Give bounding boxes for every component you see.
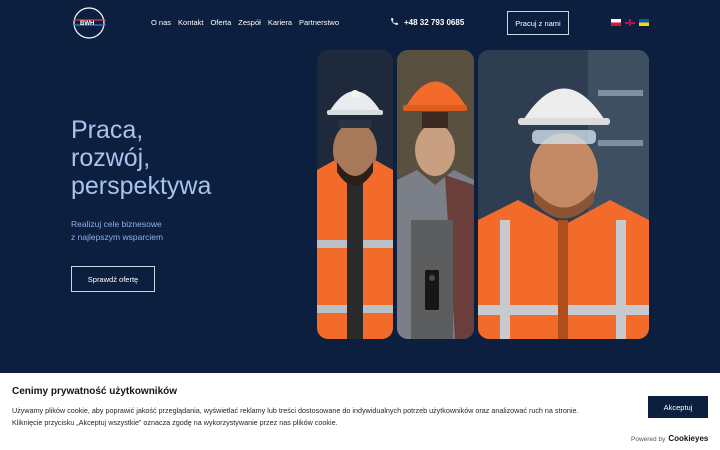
hero-subtitle: Realizuj cele biznesowe z najlepszym wsp… (71, 218, 163, 244)
accept-cookies-button[interactable]: Akceptuj (648, 396, 708, 418)
hero-title-line: rozwój, (71, 144, 151, 172)
flag-pl-icon[interactable] (611, 19, 621, 26)
hero-title: Praca, rozwój, perspektywa (71, 116, 211, 200)
hero-title-line: Praca, (71, 116, 144, 144)
worker-photo-2 (397, 50, 474, 339)
svg-text:BWH: BWH (80, 21, 94, 27)
site-header: BWH O nas Kontakt Oferta Zespół Kariera … (0, 0, 720, 46)
nav-offer[interactable]: Oferta (210, 18, 231, 27)
nav-about[interactable]: O nas (151, 18, 171, 27)
cookieyes-logo: Cookieyes (668, 434, 709, 443)
phone-link[interactable]: +48 32 793 0685 (390, 17, 464, 28)
main-nav: O nas Kontakt Oferta Zespół Kariera Part… (151, 18, 339, 27)
nav-career[interactable]: Kariera (268, 18, 292, 27)
cookie-banner: Cenimy prywatność użytkowników Używamy p… (0, 373, 720, 450)
hero-subtitle-line: Realizuj cele biznesowe (71, 219, 162, 229)
phone-icon (390, 17, 399, 28)
hero-title-line: perspektywa (71, 172, 212, 200)
company-logo[interactable]: BWH (70, 6, 110, 40)
worker-photo-1 (317, 50, 393, 339)
cookie-text-line: Używamy plików cookie, aby poprawić jako… (12, 406, 579, 415)
hero-subtitle-line: z najlepszym wsparciem (71, 232, 164, 242)
flag-ua-icon[interactable] (639, 19, 649, 26)
cookie-title: Cenimy prywatność użytkowników (12, 386, 178, 397)
worker-photo-3 (478, 50, 649, 339)
nav-team[interactable]: Zespół (238, 18, 261, 27)
cookie-description: Używamy plików cookie, aby poprawić jako… (12, 405, 652, 429)
nav-partnership[interactable]: Partnerstwo (299, 18, 339, 27)
language-switcher (611, 19, 649, 26)
powered-by[interactable]: Powered by Cookieyes (631, 434, 708, 443)
check-offer-button[interactable]: Sprawdź ofertę (71, 266, 155, 292)
nav-contact[interactable]: Kontakt (178, 18, 203, 27)
phone-number: +48 32 793 0685 (404, 18, 465, 27)
powered-by-label: Powered by (631, 436, 666, 443)
flag-en-icon[interactable] (625, 19, 635, 26)
work-with-us-button[interactable]: Pracuj z nami (507, 11, 569, 35)
cookie-text-line: Kliknięcie przycisku „Akceptuj wszystkie… (12, 418, 338, 427)
